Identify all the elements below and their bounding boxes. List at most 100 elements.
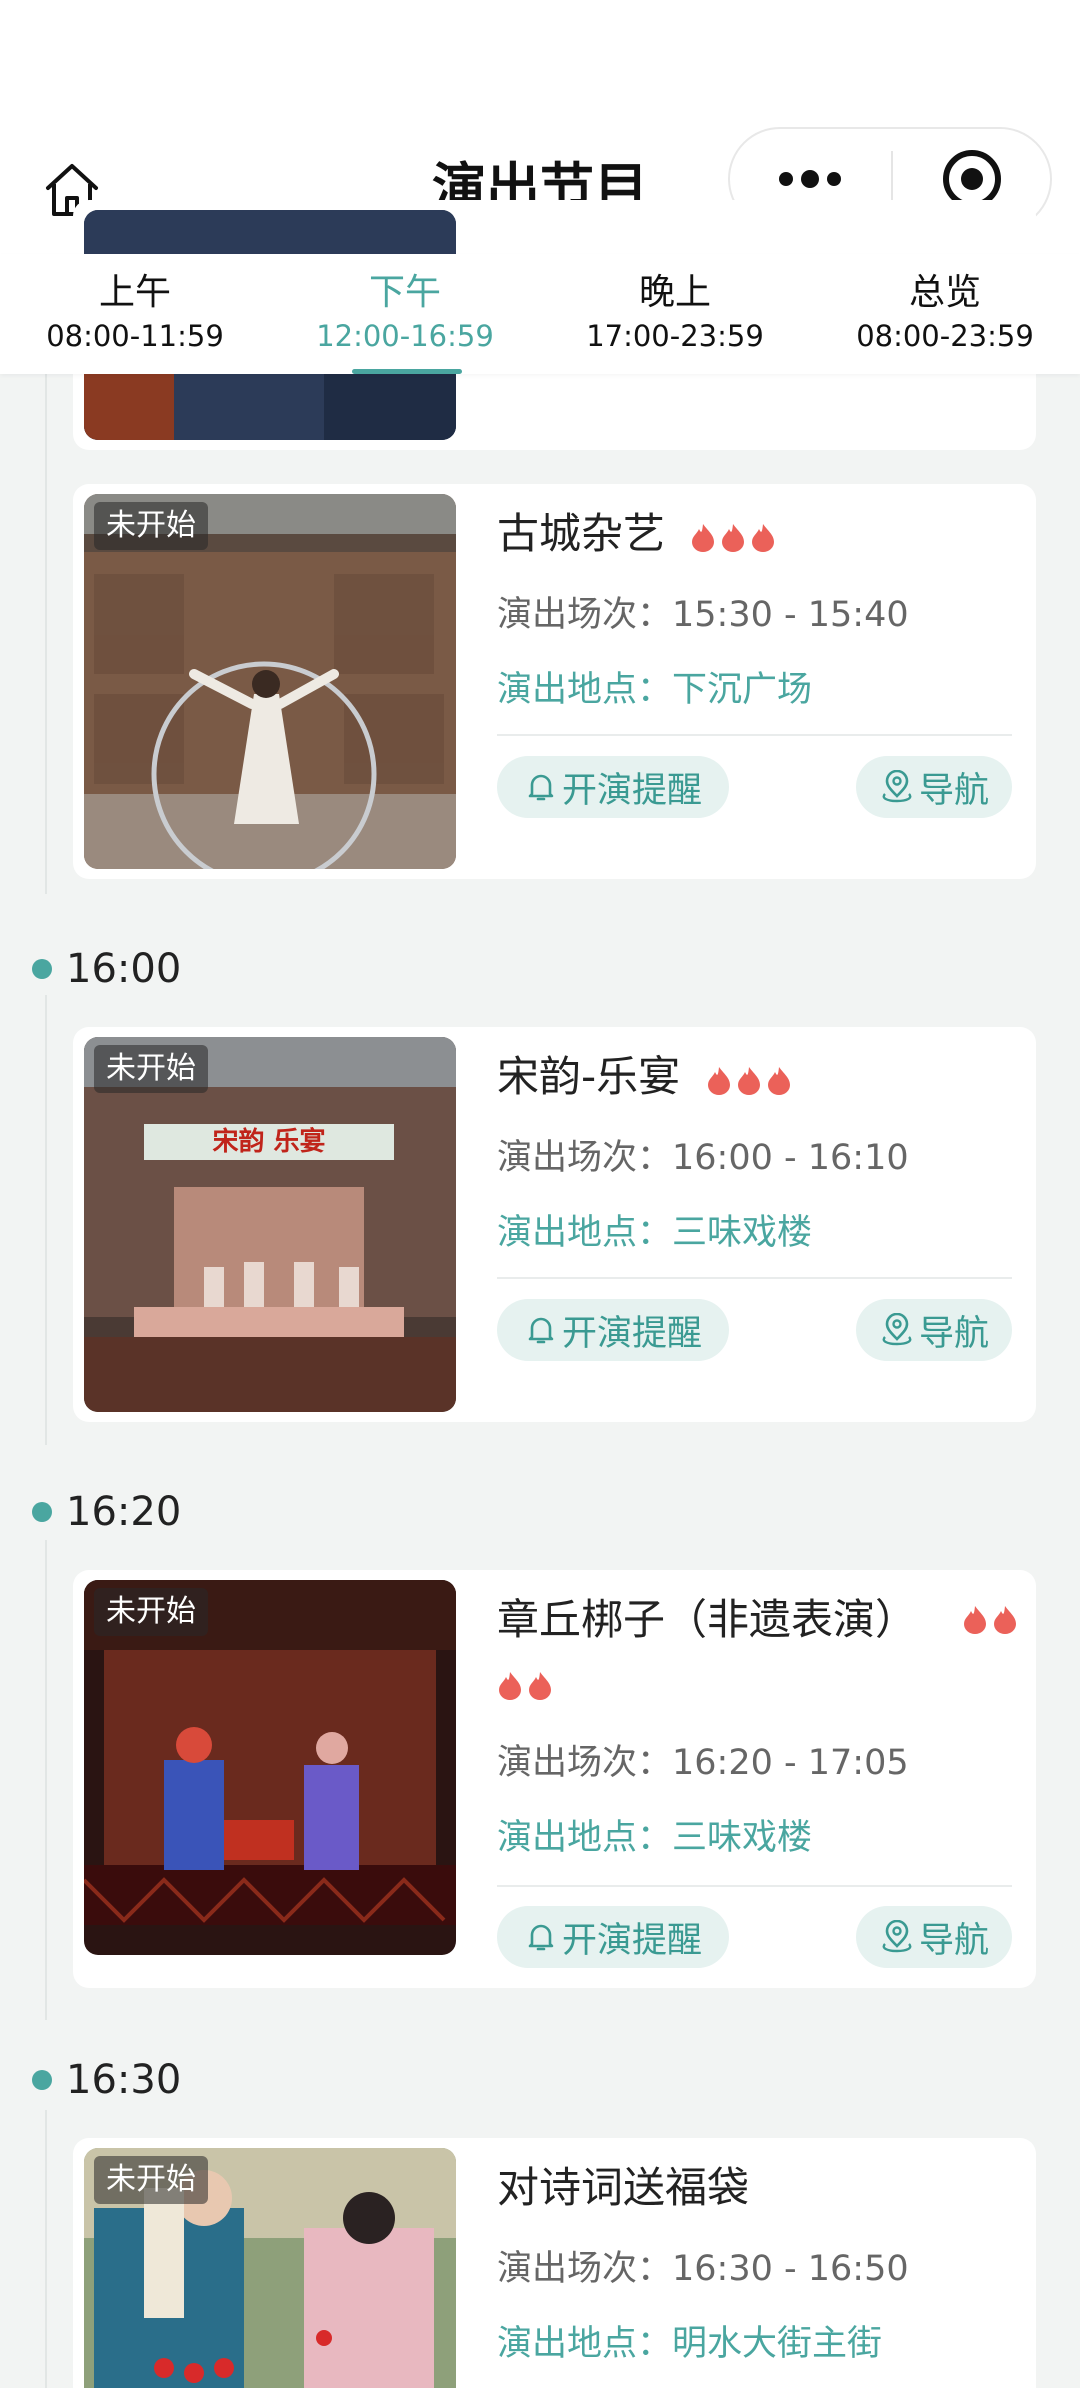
location-label: 演出地点： — [497, 670, 673, 710]
remind-label: 开演提醒 — [561, 1313, 702, 1354]
show-title: 章丘梆子（非遗表演） — [497, 1595, 918, 1644]
session-label: 演出场次： — [497, 595, 673, 635]
more-dots-icon — [779, 170, 841, 188]
show-image: 未开始 — [84, 1580, 456, 1955]
timeline-line — [45, 1540, 47, 2020]
card-divider — [497, 1885, 1012, 1887]
tab-range: 08:00-11:59 — [46, 319, 224, 353]
session-value: 16:30 - 16:50 — [672, 2249, 909, 2289]
card-divider — [497, 734, 1012, 736]
timeline-line — [45, 995, 47, 1445]
show-image: 宋韵 乐宴 未开始 — [84, 1037, 456, 1412]
tab-label: 下午 — [368, 272, 441, 313]
location-value: 明水大街主街 — [672, 2324, 883, 2364]
time-label: 16:20 — [66, 1489, 182, 1535]
session-label: 演出场次： — [497, 2249, 673, 2289]
show-location: 演出地点：下沉广场 — [497, 665, 812, 715]
timeline-dot — [32, 2070, 52, 2090]
flame-icon — [707, 1066, 730, 1095]
heat-rating — [690, 522, 780, 552]
flame-icon — [737, 1066, 760, 1095]
status-badge: 未开始 — [94, 2156, 208, 2204]
tab-overview[interactable]: 总览 08:00-23:59 — [810, 254, 1080, 374]
remind-button[interactable]: 开演提醒 — [497, 1906, 729, 1968]
time-marker: 16:30 — [32, 2050, 181, 2110]
bell-icon — [528, 1924, 554, 1951]
location-label: 演出地点： — [497, 2324, 673, 2364]
show-location: 演出地点：三味戏楼 — [497, 1208, 812, 1258]
show-image: 未开始 — [84, 2148, 456, 2388]
flame-icon — [529, 1672, 551, 1700]
location-pin-icon — [882, 770, 912, 803]
show-title: 古城杂艺 — [497, 509, 666, 558]
heat-rating-wrap — [497, 1670, 557, 1700]
tab-range: 17:00-23:59 — [586, 319, 764, 353]
bell-icon — [528, 1317, 554, 1344]
session-value: 16:00 - 16:10 — [672, 1138, 909, 1178]
show-session: 演出场次：15:30 - 15:40 — [497, 590, 909, 640]
heat-rating — [706, 1065, 796, 1095]
navigate-button[interactable]: 导航 — [856, 756, 1012, 818]
session-label: 演出场次： — [497, 1138, 673, 1178]
flame-icon — [722, 523, 745, 552]
location-value: 下沉广场 — [672, 670, 813, 710]
location-pin-icon — [882, 1313, 912, 1346]
time-label: 16:00 — [66, 946, 182, 992]
navigate-button[interactable]: 导航 — [856, 1299, 1012, 1361]
timeline-line — [45, 2110, 47, 2388]
show-card[interactable]: 未开始 章丘梆子（非遗表演） 演出场次：16:20 - 17:05 演出地点：三… — [73, 1570, 1036, 1988]
flame-icon — [994, 1606, 1016, 1634]
status-badge: 未开始 — [94, 1588, 208, 1636]
page: 演出节目 上午 08:00-11:59 下午 12:00-16:59 晚上 17… — [0, 0, 1080, 2388]
timeline-dot — [32, 959, 52, 979]
tab-label: 总览 — [908, 272, 981, 313]
tab-afternoon[interactable]: 下午 12:00-16:59 — [270, 254, 540, 374]
remind-label: 开演提醒 — [561, 1920, 702, 1961]
card-divider — [497, 1277, 1012, 1279]
status-bar — [0, 0, 1080, 124]
show-session: 演出场次：16:30 - 16:50 — [497, 2244, 909, 2294]
flame-icon — [499, 1672, 521, 1700]
navigate-button[interactable]: 导航 — [856, 1906, 1012, 1968]
tab-morning[interactable]: 上午 08:00-11:59 — [0, 254, 270, 374]
session-value: 16:20 - 17:05 — [672, 1743, 909, 1783]
show-title: 对诗词送福袋 — [497, 2163, 750, 2212]
show-title-row: 宋韵-乐宴 — [497, 1047, 796, 1107]
timeline-dot — [32, 1502, 52, 1522]
show-title: 宋韵-乐宴 — [497, 1052, 681, 1101]
heat-rating — [962, 1604, 1022, 1634]
navigate-label: 导航 — [918, 1920, 989, 1961]
session-label: 演出场次： — [497, 1743, 673, 1783]
bell-icon — [528, 774, 554, 801]
active-tab-indicator — [352, 369, 462, 374]
remind-label: 开演提醒 — [561, 770, 702, 811]
remind-button[interactable]: 开演提醒 — [497, 1299, 729, 1361]
timeline-line — [45, 374, 47, 894]
stage-banner-text: 宋韵 乐宴 — [212, 1127, 326, 1157]
tab-range: 08:00-23:59 — [856, 319, 1034, 353]
tab-range: 12:00-16:59 — [316, 319, 494, 353]
tab-evening[interactable]: 晚上 17:00-23:59 — [540, 254, 810, 374]
show-session: 演出场次：16:00 - 16:10 — [497, 1133, 909, 1183]
location-label: 演出地点： — [497, 1213, 673, 1253]
status-badge: 未开始 — [94, 502, 208, 550]
show-location: 演出地点：三味戏楼 — [497, 1813, 812, 1863]
show-card[interactable]: 未开始 对诗词送福袋 演出场次：16:30 - 16:50 演出地点：明水大街主… — [73, 2138, 1036, 2388]
status-badge: 未开始 — [94, 1045, 208, 1093]
location-value: 三味戏楼 — [672, 1213, 813, 1253]
tab-label: 晚上 — [638, 272, 711, 313]
show-location: 演出地点：明水大街主街 — [497, 2319, 882, 2369]
show-card[interactable]: 宋韵 乐宴 未开始 宋韵-乐宴 演出场次：16:00 - 16:10 演出地点：… — [73, 1027, 1036, 1422]
remind-button[interactable]: 开演提醒 — [497, 756, 729, 818]
location-label: 演出地点： — [497, 1818, 673, 1858]
show-card[interactable]: 未开始 古城杂艺 演出场次：15:30 - 15:40 演出地点：下沉广场 开演… — [73, 484, 1036, 879]
show-session: 演出场次：16:20 - 17:05 — [497, 1738, 909, 1788]
show-title-row: 古城杂艺 — [497, 504, 780, 564]
flame-icon — [767, 1066, 790, 1095]
session-value: 15:30 - 15:40 — [672, 595, 909, 635]
time-marker: 16:00 — [32, 939, 181, 999]
location-pin-icon — [882, 1920, 912, 1953]
navigate-label: 导航 — [918, 1313, 989, 1354]
capsule-divider — [891, 151, 893, 207]
flame-icon — [752, 523, 775, 552]
